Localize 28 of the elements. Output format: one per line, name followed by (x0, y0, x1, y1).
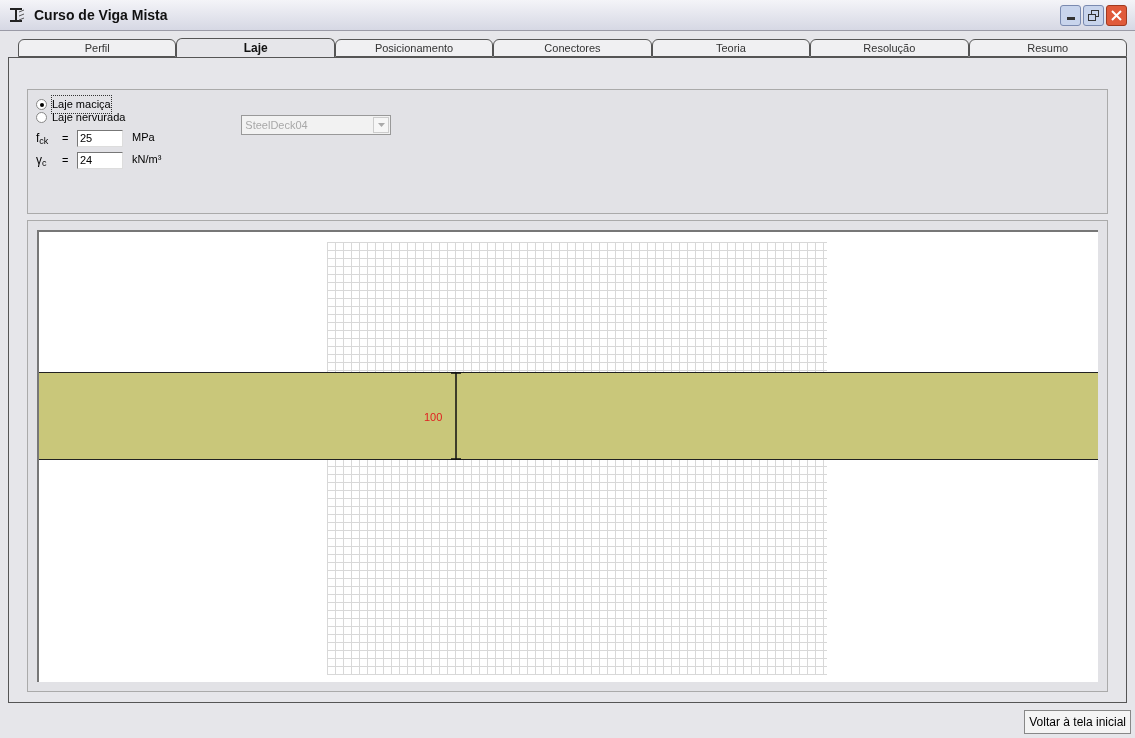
parameter-symbol: γ$_{c}$ (36, 152, 48, 169)
tab[interactable]: Conectores (493, 39, 652, 57)
beam-icon (8, 7, 26, 23)
radio-button[interactable] (36, 99, 47, 110)
unit-label: kN/m³ (132, 152, 162, 167)
input-field[interactable]: 25 (77, 129, 123, 147)
radio-button[interactable] (36, 112, 47, 123)
equals-sign: = (62, 130, 70, 146)
tab[interactable]: Perfil (18, 39, 177, 57)
close-button[interactable] (1106, 4, 1127, 26)
tab[interactable]: Resolução (810, 39, 969, 57)
tab[interactable]: Posicionamento (334, 39, 494, 57)
close-icon (1111, 9, 1122, 21)
equals-sign: = (62, 152, 70, 168)
back-button[interactable]: Voltar à tela inicial (1024, 710, 1131, 734)
tab[interactable]: Teoria (651, 39, 811, 57)
parameter-symbol: f$_{ck}$ (36, 130, 50, 147)
tab[interactable]: Resumo (968, 39, 1127, 57)
unit-label: MPa (132, 130, 155, 145)
input-field[interactable]: 24 (77, 151, 123, 169)
tab[interactable]: Laje (176, 38, 335, 57)
dimension-label: 100 (424, 410, 443, 425)
window-title: Curso de Viga Mista (34, 5, 168, 25)
restore-icon (1088, 9, 1099, 21)
restore-button[interactable] (1083, 4, 1104, 26)
minimize-button[interactable] (1060, 4, 1081, 26)
radio-label: Laje maciça (52, 96, 111, 113)
radio-label: Laje nervurada (52, 110, 126, 126)
